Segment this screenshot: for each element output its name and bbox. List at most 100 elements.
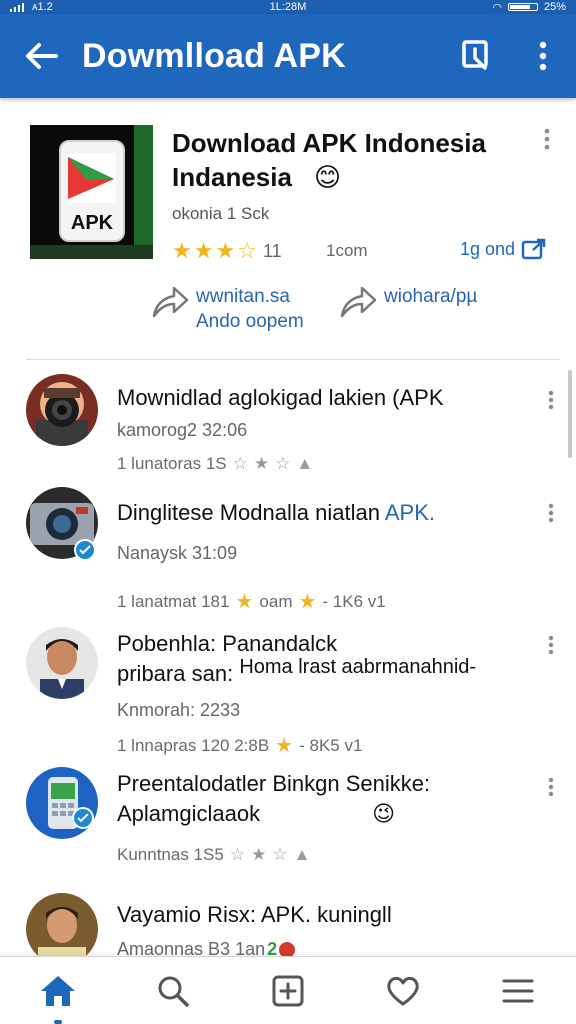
add-box-icon [272,975,304,1006]
featured-title: Download APK Indonesia Indanesia 😊 [172,126,512,194]
featured-title-line2: Indanesia [172,162,292,192]
home-icon [40,975,75,1006]
signal-icon [10,2,24,12]
item-meta-text: 1 lnnapras 120 2:8B [117,735,270,755]
star-outline-icon: ☆ [232,454,248,473]
item-title-tail: Homa lrast aabrmanahnid- [239,656,477,678]
star-outline-icon: ☆ [272,845,288,864]
apk-list: Mownidlad aglokigad lakien (APK kamorog2… [0,362,576,956]
item-meta-text: 1 lunatoras 1S [117,454,227,473]
avatar [26,767,98,839]
share-link-a[interactable]: wwnitan.sa Ando oopem [150,284,304,334]
more-vert-icon [548,635,554,655]
star-filled-icon: ★ [253,454,270,473]
item-title: Mownidlad aglokigad lakien (APK [117,385,444,410]
status-left-text: ᴀ1.2 [32,1,53,13]
list-item[interactable]: Mownidlad aglokigad lakien (APK kamorog2… [0,362,576,487]
nav-home[interactable] [0,957,115,1024]
item-title-line2: pribara san: [117,661,234,686]
featured-title-line1: Download APK Indonesia [172,128,486,158]
list-item[interactable]: Preentalodatler Binkgn Senikke: Aplamgic… [0,757,576,887]
rating-count: 11 [262,240,282,261]
share-link-b[interactable]: wiohara/pµ [338,284,477,320]
nav-favorites[interactable] [346,957,461,1024]
avatar [26,627,98,699]
overflow-menu-button[interactable] [510,14,576,98]
item-meta: 1 lnnapras 120 2:8B ★ - 8K5 v1 [117,733,362,758]
star-filled-icon: ★ [193,238,214,263]
item-title: Preentalodatler Binkgn Senikke: Aplamgic… [117,769,430,829]
item-meta: Kunntnas 1S5 ☆ ★ ☆ ▲ [117,845,310,865]
item-more-button[interactable] [548,777,554,802]
back-button[interactable] [0,14,82,98]
star-outline-icon: ☆ [237,238,257,263]
item-title: Vayamio Risx: APK. kuningll [117,902,392,927]
list-item[interactable]: Dinglitese Modnalla niatlan APK. Nanaysk… [0,487,576,617]
item-meta: 1 lunatoras 1S ☆ ★ ☆ ▲ [117,454,313,474]
apk-icon-label: APK [71,212,114,234]
status-time: 1L:28M [269,1,307,13]
featured-link-label: 1g ond [460,238,516,259]
featured-more-button[interactable] [544,128,550,155]
item-meta-text-b: - 8K5 v1 [299,735,363,755]
wifi-icon: ◠ [492,1,502,14]
avatar [26,374,98,446]
item-more-button[interactable] [548,390,554,415]
item-more-button[interactable] [548,503,554,528]
item-subtitle: Nanaysk 31:09 [117,543,238,563]
apk-app-icon: APK [30,125,153,259]
item-subtitle: kamorog2 32:06 [117,420,248,440]
more-vert-icon [548,503,554,523]
nav-menu[interactable] [461,957,576,1024]
item-badge-number: 2 [267,939,278,956]
thumbs-up-icon: ▲ [296,454,314,473]
share-b-line1: wiohara/pµ [384,286,478,307]
star-outline-icon: ☆ [275,454,291,473]
star-filled-icon: ★ [275,735,294,757]
share-arrow-icon [340,286,377,318]
list-item[interactable]: Vayamio Risx: APK. kuningll Amaonnas B3 … [0,887,576,956]
nav-add[interactable] [230,957,345,1024]
item-title-line1: Pobenhla: Panandalck [117,631,338,656]
app-bar: Dowmlload APK [0,14,576,98]
search-page-button[interactable] [444,14,510,98]
status-bar: ᴀ1.2 1L:28M ◠ 25% [0,0,576,14]
red-badge-icon [279,941,296,956]
featured-size: 1com [326,241,368,260]
featured-app-card[interactable]: APK Download APK Indonesia Indanesia 😊 ok… [0,98,576,360]
avatar [26,893,98,956]
featured-link-button[interactable]: 1g ond [460,238,547,260]
item-meta: 1 lanatmat 181 ★ oam ★ - 1K6 v1 [117,589,386,614]
featured-subtitle: okonia 1 Sck [172,204,270,223]
item-title-line2: Aplamgiclaaok [117,801,261,826]
item-title-line1: Preentalodatler Binkgn Senikke: [117,771,431,796]
share-a-line2: Ando oopem [196,311,304,332]
star-outline-icon: ☆ [229,845,246,864]
star-filled-icon: ★ [172,238,192,263]
heart-icon [387,976,419,1005]
doc-search-icon [462,40,488,70]
item-meta-text: Kunntnas 1S5 [117,845,224,864]
battery-percent: 25% [543,1,566,13]
item-meta-text-c: - 1K6 v1 [322,591,386,611]
star-filled-icon: ★ [235,591,254,613]
list-item[interactable]: Pobenhla: Panandalck pribara san: Homa l… [0,617,576,757]
more-vert-icon [544,128,550,150]
item-title-text: Dinglitese Modnalla niatlan [117,500,380,525]
verified-badge-icon [72,807,94,829]
search-icon [158,976,189,1007]
share-a-line1: wwnitan.sa [196,286,290,307]
item-subtitle-text: Amaonnas B3 1an [117,939,266,956]
share-arrow-icon [152,286,189,318]
featured-rating: ★ ★ ★ ☆ 11 [172,238,282,264]
wink-emoji-icon: 😉 [372,801,396,826]
item-more-button[interactable] [548,635,554,660]
star-filled-icon: ★ [251,845,267,864]
bottom-navigation [0,956,576,1024]
divider [26,359,560,360]
menu-icon [502,979,534,1002]
nav-search[interactable] [115,957,230,1024]
item-subtitle: Amaonnas B3 1an 2 [117,939,296,956]
item-meta-text: 1 lanatmat 181 [117,591,230,611]
star-filled-icon: ★ [215,238,236,263]
